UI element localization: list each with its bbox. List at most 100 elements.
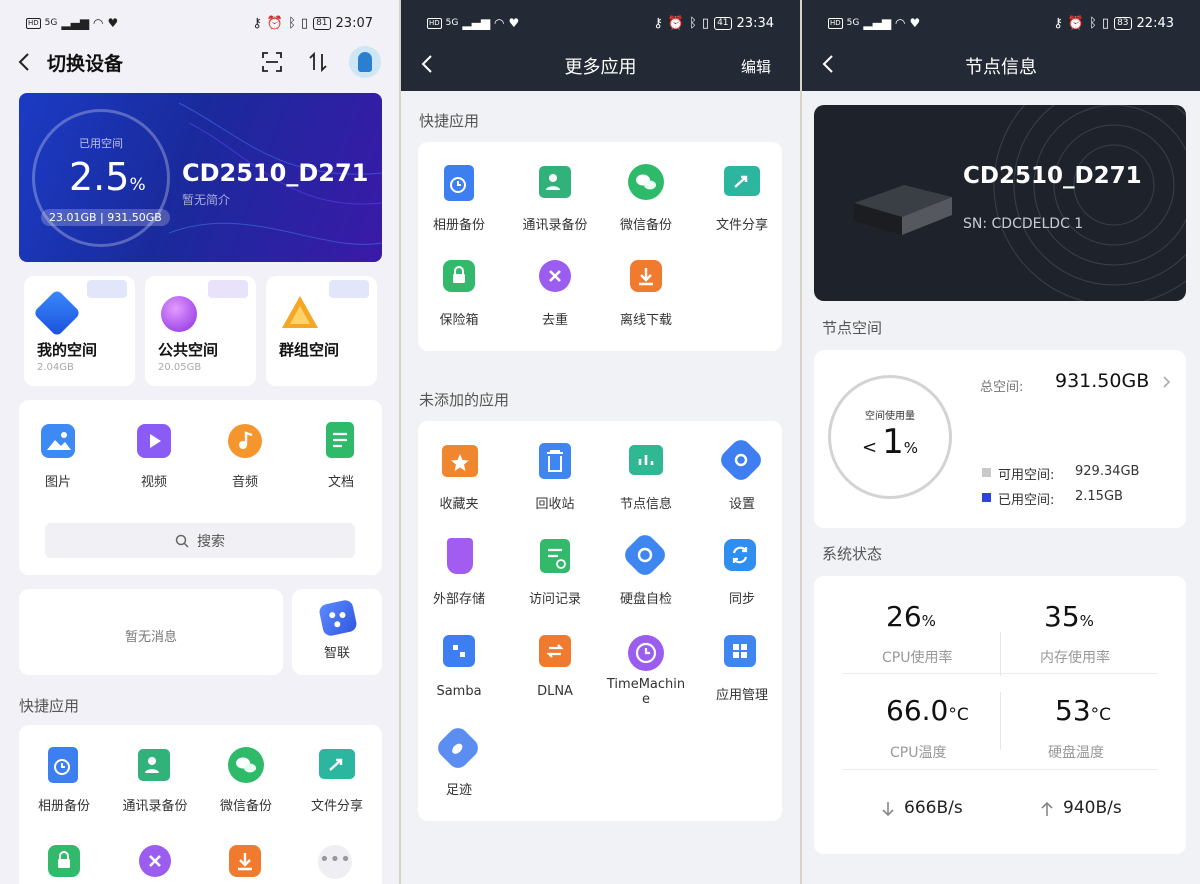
battery-icon: 41 — [714, 16, 732, 30]
app-label: 外部存储 — [432, 592, 485, 607]
dedupe-icon[interactable] — [139, 845, 171, 877]
app-label: 回收站 — [535, 497, 575, 512]
group-space-icon — [282, 296, 318, 328]
alarm-icon: ⏰ — [667, 15, 685, 31]
favorites-icon[interactable] — [442, 445, 478, 477]
battery-icon: 81 — [313, 16, 331, 30]
signal-text: 5G — [846, 18, 860, 28]
disk-check-icon[interactable] — [620, 530, 670, 580]
dlna-icon[interactable] — [539, 635, 571, 667]
node-space-card[interactable]: 空间使用量 < 1% 总空间: 931.50GB 可用空间: 929.34GB … — [814, 350, 1186, 528]
system-status-card: 26% CPU使用率 35% 内存使用率 66.0°C CPU温度 53°C 硬… — [814, 576, 1186, 854]
back-arrow-icon[interactable] — [16, 52, 34, 72]
album-backup-icon[interactable] — [48, 747, 78, 783]
usage-pill: 23.01GB | 931.50GB — [41, 209, 170, 226]
media-label: 文档 — [327, 475, 354, 490]
wifi-icon: ◠ — [494, 16, 505, 30]
app-label: 去重 — [541, 313, 568, 328]
cpu-temp-number: 66.0 — [886, 694, 949, 727]
space-card-group[interactable]: 群组空间 — [266, 276, 377, 386]
app-label: 同步 — [728, 592, 755, 607]
space-card-my[interactable]: 我的空间 2.04GB — [24, 276, 135, 386]
dedupe-icon[interactable] — [539, 260, 571, 292]
edit-button[interactable]: 编辑 — [741, 56, 771, 77]
recycle-bin-icon[interactable] — [539, 443, 571, 479]
settings-icon[interactable] — [716, 435, 766, 485]
cpu-usage-value: 26% — [886, 600, 936, 633]
device-sn: SN: CDCDELDC 1 — [963, 216, 1084, 232]
media-label: 视频 — [140, 475, 167, 490]
device-name: CD2510_D271 — [182, 159, 369, 187]
used-space-value: 2.15GB — [1075, 489, 1123, 504]
contacts-backup-icon[interactable] — [539, 166, 571, 198]
app-label: 离线下载 — [619, 313, 672, 328]
memory-usage-number: 35 — [1044, 600, 1080, 633]
external-storage-icon[interactable] — [447, 538, 473, 574]
album-backup-icon[interactable] — [444, 165, 474, 201]
app-label: DLNA — [537, 684, 573, 699]
offline-download-icon[interactable] — [630, 260, 662, 292]
cpu-temp-unit: °C — [948, 705, 969, 725]
space-label: 公共空间 — [158, 341, 219, 359]
audio-icon[interactable] — [228, 424, 262, 458]
total-space-value: 931.50GB — [1055, 370, 1150, 392]
offline-download-icon[interactable] — [229, 845, 261, 877]
quick-apps-title: 快捷应用 — [19, 697, 80, 715]
image-icon[interactable] — [41, 424, 75, 458]
search-label: 搜索 — [197, 533, 225, 550]
cpu-usage-label: CPU使用率 — [882, 650, 953, 666]
wechat-backup-icon[interactable] — [228, 747, 264, 783]
sync-icon[interactable] — [724, 539, 756, 571]
node-info-icon[interactable] — [629, 445, 663, 475]
used-legend-swatch — [982, 493, 991, 502]
used-percent: 2.5% — [69, 155, 146, 199]
video-icon[interactable] — [137, 424, 171, 458]
media-label: 音频 — [231, 475, 258, 490]
samba-icon[interactable] — [443, 635, 475, 667]
smart-link-card[interactable]: 智联 — [292, 589, 382, 675]
download-speed: 666B/s — [904, 798, 963, 818]
contacts-backup-icon[interactable] — [138, 749, 170, 781]
scan-icon[interactable] — [260, 50, 284, 74]
sort-icon[interactable] — [306, 50, 330, 74]
app-label: TimeMachine — [606, 677, 686, 707]
search-bar[interactable]: 搜索 — [45, 523, 355, 558]
wifi-icon: ◠ — [93, 16, 104, 30]
app-label: 足迹 — [445, 783, 472, 798]
vault-icon[interactable] — [48, 845, 80, 877]
file-share-icon[interactable] — [319, 749, 355, 779]
cpu-temp-value: 66.0°C — [886, 694, 969, 727]
ring-label: 空间使用量 — [865, 411, 915, 422]
heart-icon: ♥ — [107, 16, 119, 30]
access-log-icon[interactable] — [540, 539, 570, 573]
alarm-icon: ⏰ — [1067, 15, 1085, 31]
footprint-icon[interactable] — [433, 723, 483, 773]
device-banner[interactable]: 已用空间 2.5% 23.01GB | 931.50GB CD2510_D271… — [19, 93, 382, 262]
system-status-title: 系统状态 — [822, 545, 883, 563]
time-machine-icon[interactable] — [628, 635, 664, 671]
space-card-public[interactable]: 公共空间 20.05GB — [145, 276, 256, 386]
more-icon[interactable]: ••• — [318, 845, 352, 879]
avatar[interactable] — [349, 46, 381, 78]
disk-temp-label: 硬盘温度 — [1048, 745, 1104, 761]
page-title: 节点信息 — [965, 57, 1037, 78]
messages-card[interactable]: 暂无消息 — [19, 589, 283, 675]
space-size: 20.05GB — [158, 362, 202, 373]
quick-app-label: 微信备份 — [219, 799, 272, 814]
search-icon — [175, 534, 189, 548]
panel-node-info: HD 5G ▂▄▆ ◠ ♥ ⚷ ⏰ ᛒ ▯ 83 22:43 节点信息 CD2510_D271 S… — [802, 0, 1200, 884]
quick-apps-card: 相册备份 通讯录备份 微信备份 文件分享 保险箱 去重 离线下载 — [418, 142, 782, 351]
app-management-icon[interactable] — [724, 635, 756, 667]
cpu-usage-unit: % — [921, 612, 936, 630]
file-share-icon[interactable] — [724, 166, 760, 196]
used-space-label: 已用空间: — [998, 493, 1055, 508]
public-space-icon — [161, 296, 197, 332]
chevron-right-icon[interactable] — [1162, 375, 1172, 389]
document-icon[interactable] — [326, 422, 354, 458]
wechat-backup-icon[interactable] — [628, 164, 664, 200]
heart-icon: ♥ — [909, 16, 921, 30]
arrow-up-icon — [1041, 801, 1053, 816]
panel-more-apps: HD 5G ▂▄▆ ◠ ♥ ⚷ ⏰ ᛒ ▯ 41 23:34 更多应用 编辑 快捷应用 相册备份 … — [401, 0, 800, 884]
signal-icon: ▂▄▆ — [462, 16, 491, 30]
vault-icon[interactable] — [443, 260, 475, 292]
